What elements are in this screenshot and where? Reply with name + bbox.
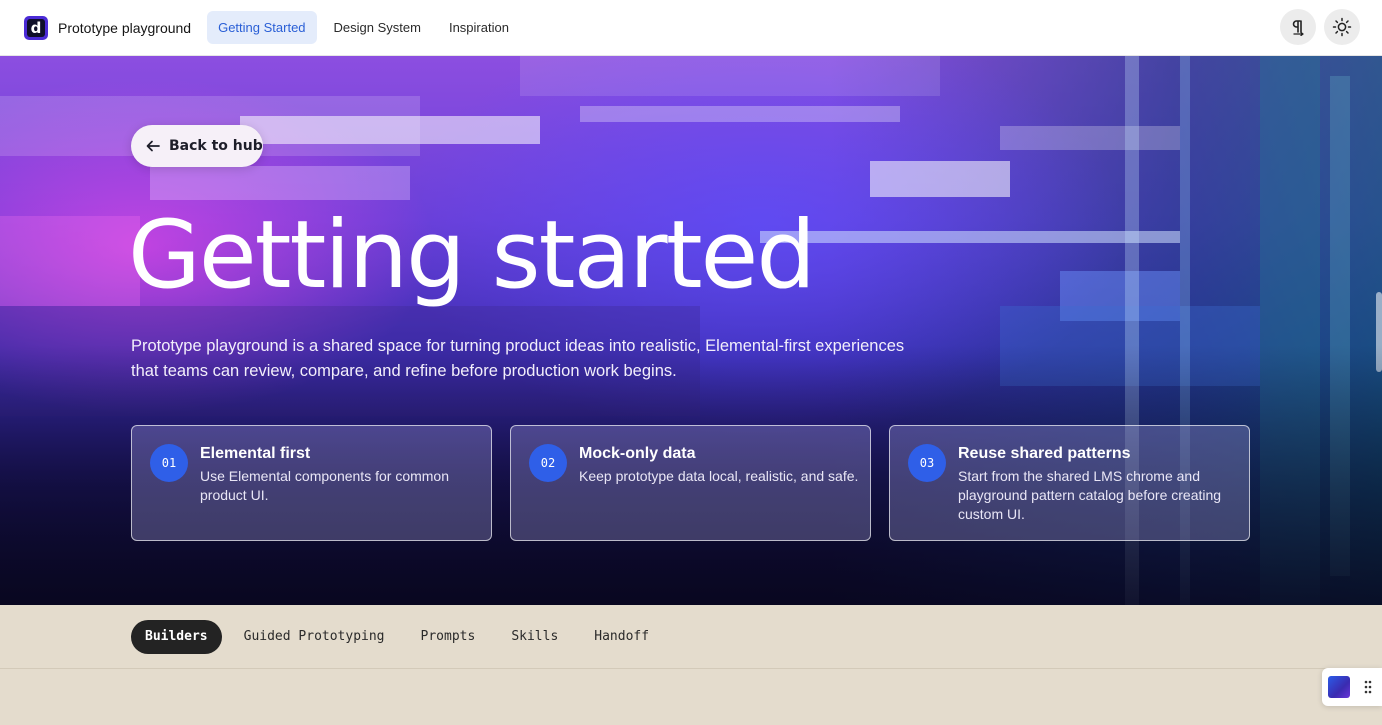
back-to-hub-button[interactable]: Back to hub [131, 125, 263, 167]
section-tabs: Builders Guided Prototyping Prompts Skil… [131, 620, 667, 654]
nav-item-getting-started[interactable]: Getting Started [207, 11, 317, 44]
page-title: Getting started [128, 201, 816, 310]
card-description: Keep prototype data local, realistic, an… [579, 468, 859, 484]
app-name[interactable]: Prototype playground [58, 20, 191, 36]
card-body: Mock-only data Keep prototype data local… [579, 444, 859, 540]
theme-toggle-button[interactable] [1324, 9, 1360, 45]
nav-item-inspiration[interactable]: Inspiration [438, 11, 520, 44]
principle-card: 03 Reuse shared patterns Start from the … [889, 425, 1250, 541]
app-logo-letter: d [27, 18, 45, 37]
card-number-badge: 03 [908, 444, 946, 482]
paragraph-button[interactable] [1280, 9, 1316, 45]
paragraph-icon [1292, 20, 1304, 36]
principle-card: 02 Mock-only data Keep prototype data lo… [510, 425, 871, 541]
arrow-left-icon [146, 140, 160, 152]
app-logo[interactable]: d [24, 15, 48, 40]
floating-widget [1322, 668, 1382, 706]
principles-cards: 01 Elemental first Use Elemental compone… [131, 425, 1250, 541]
tab-handoff[interactable]: Handoff [576, 620, 667, 654]
card-body: Reuse shared patterns Start from the sha… [958, 444, 1238, 540]
nav-item-design-system[interactable]: Design System [323, 11, 432, 44]
card-title: Elemental first [200, 445, 311, 462]
card-number-badge: 01 [150, 444, 188, 482]
page-description: Prototype playground is a shared space f… [131, 337, 905, 380]
drag-handle-icon[interactable] [1364, 680, 1372, 694]
sun-icon [1332, 17, 1352, 37]
main-nav: Getting Started Design System Inspiratio… [207, 11, 520, 44]
card-body: Elemental first Use Elemental components… [200, 444, 480, 540]
tab-skills[interactable]: Skills [493, 620, 576, 654]
hero-section: Back to hub Getting started Prototype pl… [0, 56, 1382, 605]
principle-card: 01 Elemental first Use Elemental compone… [131, 425, 492, 541]
card-description: Start from the shared LMS chrome and pla… [958, 468, 1222, 522]
card-number-badge: 02 [529, 444, 567, 482]
top-navigation-bar: d Prototype playground Getting Started D… [0, 0, 1382, 56]
tab-prompts[interactable]: Prompts [403, 620, 494, 654]
back-to-hub-label: Back to hub [169, 138, 263, 154]
section-tab-bar: Builders Guided Prototyping Prompts Skil… [0, 605, 1382, 669]
content-area [0, 669, 1382, 725]
widget-logo-button[interactable] [1328, 676, 1350, 698]
tab-builders[interactable]: Builders [131, 620, 222, 654]
card-description: Use Elemental components for common prod… [200, 468, 449, 503]
top-actions [1280, 9, 1360, 45]
tab-guided-prototyping[interactable]: Guided Prototyping [226, 620, 403, 654]
card-title: Mock-only data [579, 445, 696, 462]
card-title: Reuse shared patterns [958, 445, 1131, 462]
